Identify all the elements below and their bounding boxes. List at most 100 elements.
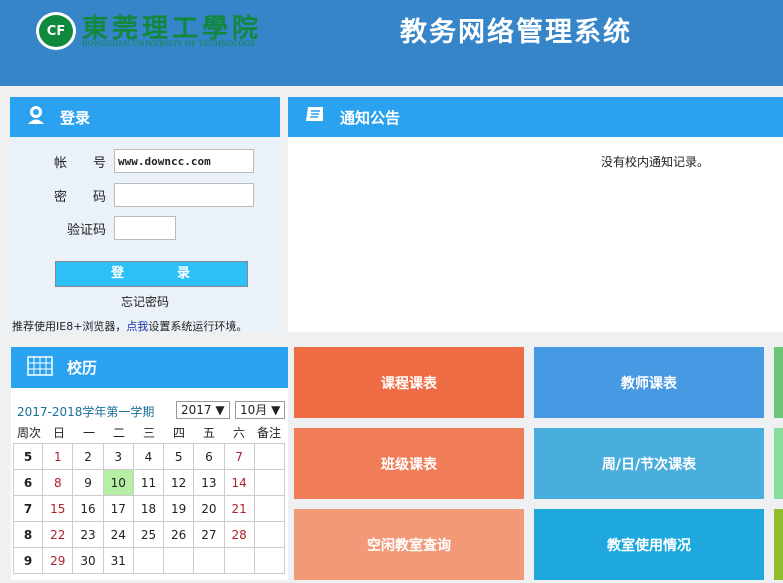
term-label: 2017-2018学年第一学期 bbox=[17, 405, 155, 419]
day-cell bbox=[132, 547, 165, 574]
menu-tile[interactable] bbox=[774, 347, 783, 418]
day-cell[interactable]: 7 bbox=[223, 443, 255, 470]
captcha-label: 验证码 bbox=[66, 222, 106, 238]
weekday-label: 备注 bbox=[256, 426, 281, 440]
notice-panel: 通知公告 没有校内通知记录。 bbox=[288, 97, 783, 332]
note-cell bbox=[253, 521, 286, 548]
password-input[interactable] bbox=[114, 183, 254, 207]
account-row: 帐 号 bbox=[10, 149, 254, 173]
week-number: 8 bbox=[12, 521, 44, 548]
menu-tile[interactable]: 课程课表 bbox=[294, 347, 524, 418]
notice-message: 没有校内通知记录。 bbox=[601, 155, 710, 169]
day-cell[interactable]: 14 bbox=[223, 469, 255, 496]
menu-tile[interactable] bbox=[774, 509, 783, 580]
day-cell[interactable]: 18 bbox=[132, 495, 165, 522]
day-cell[interactable]: 4 bbox=[132, 443, 165, 470]
school-logo: CF bbox=[36, 12, 76, 50]
day-cell[interactable]: 30 bbox=[72, 547, 104, 574]
calendar-panel: 校历 2017-2018学年第一学期 2017 ▼ 10月 ▼ 周次日 一 二 三 四 五… bbox=[11, 347, 288, 580]
tip-prefix: 推荐使用IE8+浏览器， bbox=[12, 320, 127, 333]
month-select[interactable]: 10月 ▼ bbox=[235, 401, 286, 419]
day-cell[interactable]: 19 bbox=[163, 495, 195, 522]
account-input[interactable] bbox=[114, 149, 254, 173]
login-title: 登录 bbox=[60, 108, 91, 127]
day-cell[interactable]: 22 bbox=[42, 521, 74, 548]
note-cell bbox=[253, 547, 286, 574]
weekday-label: 三 bbox=[142, 426, 155, 440]
weekday-label: 五 bbox=[202, 426, 215, 440]
password-row: 密 码 bbox=[10, 183, 254, 207]
weekday-label: 四 bbox=[172, 426, 185, 440]
day-cell[interactable]: 31 bbox=[102, 547, 134, 574]
calendar-week-row: 8 22 23 24 25 26 27 28 bbox=[12, 521, 286, 548]
day-cell[interactable]: 6 bbox=[193, 443, 225, 470]
day-cell[interactable]: 23 bbox=[72, 521, 104, 548]
day-cell[interactable]: 17 bbox=[102, 495, 134, 522]
login-panel: 登录 帐 号 密 码 验证码 登 录 忘记密码 推荐使用IE8+浏览器，点我设置… bbox=[10, 97, 280, 334]
menu-tile[interactable]: 教师课表 bbox=[534, 347, 764, 418]
day-cell[interactable]: 13 bbox=[193, 469, 225, 496]
setup-link[interactable]: 点我 bbox=[126, 320, 148, 333]
day-cell bbox=[193, 547, 225, 574]
logo-mark: CF bbox=[46, 23, 66, 39]
calendar-week-row: 9 29 30 31 bbox=[12, 547, 286, 574]
day-cell[interactable]: 27 bbox=[193, 521, 225, 548]
week-number: 6 bbox=[12, 469, 44, 496]
weekday-label: 二 bbox=[112, 426, 125, 440]
system-title: 教务网络管理系统 bbox=[400, 17, 632, 48]
year-select[interactable]: 2017 ▼ bbox=[176, 401, 230, 419]
login-button[interactable]: 登 录 bbox=[55, 261, 248, 287]
notice-title: 通知公告 bbox=[340, 108, 401, 127]
day-cell[interactable]: 10 bbox=[102, 469, 134, 496]
weekday-label: 日 bbox=[52, 426, 65, 440]
day-cell[interactable]: 3 bbox=[102, 443, 134, 470]
week-number: 5 bbox=[12, 443, 44, 470]
day-cell bbox=[163, 547, 195, 574]
captcha-row: 验证码 bbox=[10, 216, 176, 240]
calendar-week-row: 51234567 bbox=[12, 443, 286, 470]
notice-icon bbox=[304, 105, 326, 129]
login-header: 登录 bbox=[10, 97, 280, 137]
week-number: 7 bbox=[12, 495, 44, 522]
user-icon bbox=[26, 105, 46, 129]
tip-suffix: 设置系统运行环境。 bbox=[148, 320, 248, 333]
weekday-label: 周次 bbox=[16, 426, 41, 440]
day-cell[interactable]: 2 bbox=[72, 443, 104, 470]
day-cell[interactable]: 26 bbox=[163, 521, 195, 548]
note-cell bbox=[253, 443, 286, 470]
day-cell[interactable]: 12 bbox=[163, 469, 195, 496]
day-cell[interactable]: 9 bbox=[72, 469, 104, 496]
day-cell[interactable]: 29 bbox=[42, 547, 74, 574]
menu-tile[interactable]: 空闲教室查询 bbox=[294, 509, 524, 580]
day-cell[interactable]: 5 bbox=[163, 443, 195, 470]
note-cell bbox=[253, 469, 286, 496]
captcha-input[interactable] bbox=[114, 216, 176, 240]
day-cell[interactable]: 1 bbox=[42, 443, 74, 470]
weekday-header: 周次日 一 二 三 四 五 六备注 bbox=[14, 424, 284, 441]
day-cell[interactable]: 24 bbox=[102, 521, 134, 548]
calendar-week-row: 7 15 16 17 18 19 20 21 bbox=[12, 495, 286, 522]
forgot-password-link[interactable]: 忘记密码 bbox=[10, 293, 280, 310]
calendar-icon bbox=[27, 355, 53, 380]
day-cell[interactable]: 25 bbox=[132, 521, 165, 548]
menu-tile[interactable]: 周/日/节次课表 bbox=[534, 428, 764, 499]
day-cell[interactable]: 11 bbox=[132, 469, 165, 496]
day-cell[interactable]: 16 bbox=[72, 495, 104, 522]
account-label: 帐 号 bbox=[53, 155, 106, 171]
menu-tile[interactable]: 班级课表 bbox=[294, 428, 524, 499]
weekday-label: 一 bbox=[82, 426, 95, 440]
day-cell[interactable]: 20 bbox=[193, 495, 225, 522]
day-cell[interactable]: 21 bbox=[223, 495, 255, 522]
day-cell[interactable]: 28 bbox=[223, 521, 255, 548]
weekday-label: 六 bbox=[232, 426, 245, 440]
calendar-week-row: 6 8 9 10 11 12 13 14 bbox=[12, 469, 286, 496]
menu-tile[interactable]: 教室使用情况 bbox=[534, 509, 764, 580]
password-label: 密 码 bbox=[53, 189, 106, 205]
note-cell bbox=[253, 495, 286, 522]
day-cell[interactable]: 8 bbox=[42, 469, 74, 496]
day-cell[interactable]: 15 bbox=[42, 495, 74, 522]
browser-tip: 推荐使用IE8+浏览器，点我设置系统运行环境。 bbox=[12, 318, 247, 334]
calendar-title: 校历 bbox=[67, 359, 98, 377]
school-name-en: DONGGUAN UNIVERSITY OF TECHNOLOGY bbox=[82, 40, 256, 48]
menu-tile[interactable] bbox=[774, 428, 783, 499]
